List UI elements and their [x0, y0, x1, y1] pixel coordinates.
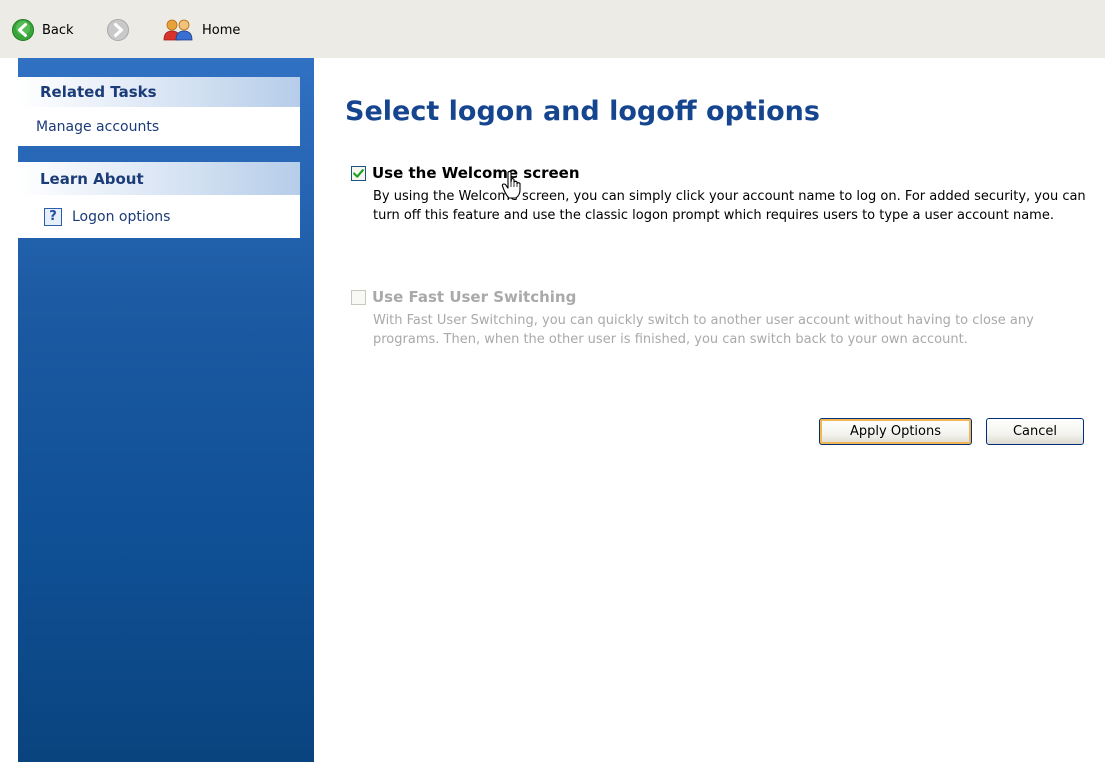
page-title: Select logon and logoff options — [345, 96, 820, 127]
manage-accounts-link[interactable]: Manage accounts — [18, 107, 300, 146]
welcome-screen-description: By using the Welcome screen, you can sim… — [373, 189, 1086, 223]
learn-about-header: Learn About — [18, 162, 300, 195]
apply-options-button[interactable]: Apply Options — [819, 418, 972, 445]
forward-button[interactable] — [107, 17, 129, 43]
related-tasks-title: Related Tasks — [40, 83, 157, 101]
back-label: Back — [42, 22, 74, 38]
back-button[interactable]: Back — [12, 17, 74, 43]
navigation-toolbar: Back Home — [0, 0, 1105, 58]
checkmark-icon — [353, 168, 364, 178]
fast-user-switching-option: Use Fast User Switching With Fast User S… — [351, 286, 1091, 349]
logon-options-link[interactable]: ? Logon options — [18, 195, 300, 238]
back-arrow-icon — [12, 19, 34, 41]
welcome-screen-option: Use the Welcome screen By using the Welc… — [351, 162, 1091, 225]
related-tasks-header: Related Tasks — [18, 77, 300, 107]
logon-options-label: Logon options — [72, 208, 171, 225]
welcome-screen-label[interactable]: Use the Welcome screen — [372, 164, 580, 182]
welcome-screen-checkbox[interactable] — [351, 165, 366, 181]
fast-user-switching-label: Use Fast User Switching — [372, 288, 577, 306]
related-tasks-panel: Related Tasks Manage accounts — [18, 77, 300, 146]
home-button[interactable]: Home — [162, 17, 240, 43]
fast-user-switching-description: With Fast User Switching, you can quickl… — [373, 313, 1034, 347]
forward-arrow-icon — [107, 19, 129, 41]
fast-user-switching-checkbox — [351, 289, 366, 305]
users-home-icon — [163, 19, 193, 41]
user-accounts-window: Back Home Related Tasks Manage accounts — [0, 0, 1105, 762]
learn-about-panel: Learn About ? Logon options — [18, 162, 300, 238]
cancel-button[interactable]: Cancel — [986, 418, 1084, 445]
learn-about-title: Learn About — [40, 169, 144, 188]
help-icon: ? — [44, 207, 62, 226]
home-label: Home — [202, 22, 241, 38]
